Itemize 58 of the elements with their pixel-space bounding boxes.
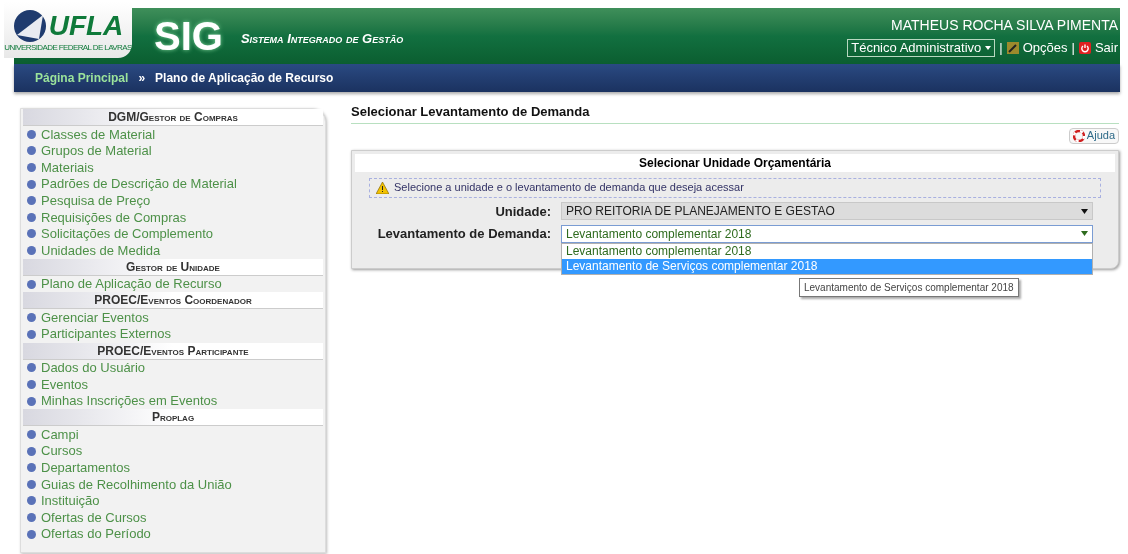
notice-text: Selecione a unidade e o levantamento de demanda que deseja acessar	[394, 180, 744, 196]
field-label: Unidade:	[494, 202, 551, 221]
bullet-icon	[27, 463, 36, 473]
section-header: DGM/Gestor de Compras	[23, 109, 323, 126]
section-header: PROEC/Eventos Participante	[23, 342, 323, 360]
bullet-icon	[27, 129, 36, 139]
bullet-icon	[27, 179, 36, 189]
dropdown-option[interactable]: Levantamento de Serviços complementar 2018	[562, 258, 1092, 274]
menu-link[interactable]: Plano de Aplicação de Recurso	[41, 274, 222, 294]
separator: |	[1071, 38, 1075, 57]
bullet-icon	[27, 496, 36, 506]
breadcrumb-link[interactable]: Página Principal	[35, 69, 129, 87]
bullet-icon	[27, 363, 36, 373]
bullet-icon	[27, 146, 36, 156]
power-icon	[1078, 41, 1091, 54]
role-select[interactable]: Técnico Administrativo	[847, 38, 996, 57]
options-link[interactable]: Opções	[1022, 37, 1068, 58]
bullet-icon	[27, 163, 36, 172]
warning-icon	[376, 181, 389, 194]
bullet-icon	[27, 479, 36, 489]
breadcrumb-separator: »	[138, 70, 146, 87]
caret-icon	[985, 45, 992, 50]
page-title: Selecionar Levantamento de Demanda	[351, 102, 1119, 124]
bullet-icon	[27, 513, 36, 523]
help-button[interactable]: Ajuda	[1068, 127, 1119, 144]
caret-icon	[1081, 208, 1088, 214]
lifebuoy-icon	[1072, 129, 1085, 142]
bullet-icon	[27, 313, 36, 323]
separator: |	[999, 38, 1003, 57]
section-header: Proplag	[23, 409, 323, 427]
bullet-icon	[27, 529, 36, 539]
section-header: PROEC/Eventos Coordenador	[23, 292, 323, 310]
bullet-icon	[27, 212, 36, 222]
tooltip: Levantamento de Serviços complementar 2018	[799, 278, 1019, 297]
select-field[interactable]: Levantamento complementar 2018	[561, 224, 1093, 243]
wrench-icon	[1006, 41, 1019, 54]
section-header: Gestor de Unidade	[23, 258, 323, 276]
bullet-icon	[27, 379, 36, 389]
exit-link[interactable]: Sair	[1094, 37, 1118, 58]
form-title: Selecionar Unidade Orçamentária	[355, 153, 1115, 172]
breadcrumb-current: Plano de Aplicação de Recurso	[155, 70, 334, 87]
field-label: Levantamento de Demanda:	[376, 225, 551, 243]
logo-text: UFLA	[48, 11, 124, 40]
bullet-icon	[27, 396, 36, 406]
bullet-icon	[27, 245, 36, 255]
bullet-icon	[27, 446, 36, 456]
bullet-icon	[27, 279, 36, 289]
app-subtitle: Sistema Integrado de Gestão	[240, 30, 404, 49]
caret-icon	[1081, 231, 1088, 237]
logo-icon	[12, 8, 47, 43]
bullet-icon	[27, 329, 36, 339]
user-name: MATHEUS ROCHA SILVA PIMENTA	[891, 15, 1118, 35]
bullet-icon	[27, 430, 36, 440]
bullet-icon	[27, 229, 36, 239]
logo-caption: UNIVERSIDADE FEDERAL DE LAVRAS	[4, 43, 132, 52]
app-name: SIG	[154, 16, 223, 56]
dropdown-option[interactable]: Levantamento complementar 2018	[562, 243, 1092, 259]
bullet-icon	[27, 196, 36, 206]
